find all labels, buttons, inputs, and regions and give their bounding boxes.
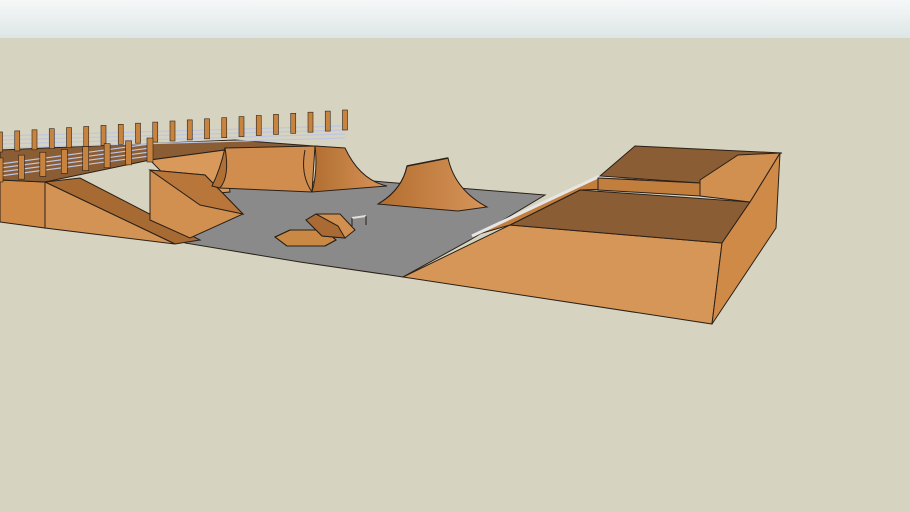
fence-post xyxy=(221,117,228,138)
fence-post xyxy=(0,131,3,153)
fence-post xyxy=(117,124,124,145)
fence-post xyxy=(290,113,297,134)
fence-post xyxy=(135,122,141,144)
skatepark-model xyxy=(0,0,910,512)
fence-post xyxy=(125,140,132,166)
fence-post xyxy=(324,110,331,132)
fence-post xyxy=(14,130,21,152)
fence-post xyxy=(100,125,107,146)
fence-post xyxy=(238,116,245,137)
fence-post xyxy=(83,126,90,147)
fence-post xyxy=(186,119,193,141)
fence-post xyxy=(48,128,55,149)
fence-post xyxy=(31,129,38,151)
fence-post xyxy=(39,151,47,177)
fence-post xyxy=(152,121,159,143)
fence-post xyxy=(204,118,210,140)
fence-post xyxy=(66,127,72,148)
fence-post xyxy=(60,149,68,174)
fence-post xyxy=(18,154,25,180)
fence-post xyxy=(307,111,314,133)
sky-band xyxy=(0,0,910,38)
fence-post xyxy=(146,137,154,163)
fence-post xyxy=(169,120,176,142)
model-viewport[interactable] xyxy=(0,0,910,512)
fence-post xyxy=(273,114,279,135)
fence-post xyxy=(342,109,348,131)
fence-post xyxy=(255,115,262,136)
fence-post xyxy=(103,143,111,169)
fence-post xyxy=(0,157,4,183)
fence-post xyxy=(82,146,90,171)
